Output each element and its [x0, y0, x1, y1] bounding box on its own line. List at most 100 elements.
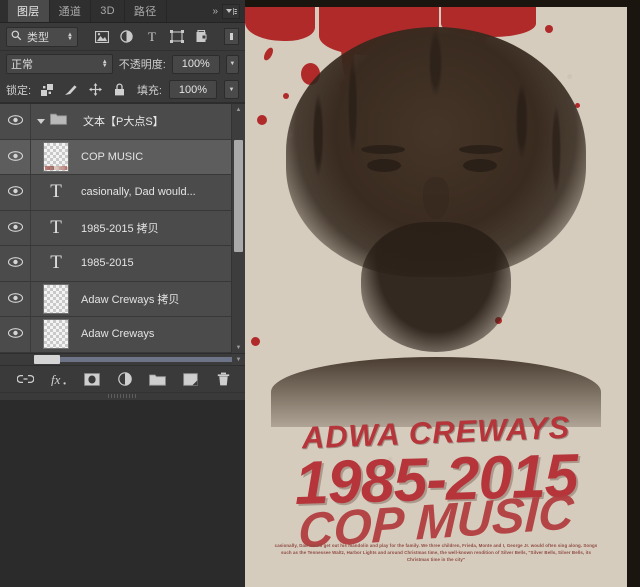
hscroll-thumb[interactable] [34, 355, 60, 364]
tab-paths-label: 路径 [134, 3, 157, 19]
filter-icon-group: T [94, 29, 209, 44]
new-group-icon[interactable] [149, 371, 166, 388]
layer-list-hscrollbar[interactable]: ▼ [0, 353, 245, 365]
layer-thumbnail[interactable] [31, 142, 81, 172]
smartobject-filter-icon[interactable] [194, 29, 209, 44]
layer-visibility-toggle[interactable] [0, 282, 31, 317]
blend-mode-select[interactable]: 正常 ▲▼ [6, 54, 113, 74]
portrait-brow-left [361, 145, 405, 154]
tab-layers[interactable]: 图层 [8, 0, 50, 22]
paint-splat [251, 337, 260, 346]
layer-name: Adaw Creways 拷贝 [81, 291, 193, 307]
tab-3d[interactable]: 3D [91, 0, 125, 22]
layer-row-1985-2015-copy[interactable]: T 1985-2015 拷贝 [0, 211, 245, 247]
portrait-illustration [263, 27, 608, 387]
layer-thumbnail[interactable]: T [31, 214, 81, 242]
scroll-up-icon[interactable]: ▲ [232, 104, 245, 115]
portrait-brow-right [459, 145, 503, 154]
new-layer-icon[interactable] [182, 371, 199, 388]
layer-visibility-toggle[interactable] [0, 140, 31, 175]
canvas-top-border [245, 0, 640, 7]
poster-body-copy: casionally, Dad would get out his mandol… [271, 542, 601, 563]
delete-layer-icon[interactable] [215, 371, 232, 388]
shape-filter-icon[interactable] [169, 29, 184, 44]
tab-paths[interactable]: 路径 [125, 0, 167, 22]
type-layer-icon: T [43, 178, 69, 206]
search-icon [11, 28, 22, 46]
layer-row-1985-2015[interactable]: T 1985-2015 [0, 246, 245, 282]
layer-name: COP MUSIC [81, 151, 157, 163]
canvas-right-border [627, 0, 640, 587]
svg-text:T: T [148, 30, 156, 43]
link-layers-icon[interactable] [17, 371, 34, 388]
layer-thumbnail[interactable] [31, 284, 81, 314]
fill-input[interactable]: 100% [169, 80, 217, 99]
fill-dropdown-icon[interactable]: ▼ [224, 80, 239, 99]
type-filter-icon[interactable]: T [144, 29, 159, 44]
type-layer-icon: T [43, 214, 69, 242]
panel-menu-icon[interactable] [222, 4, 240, 19]
eye-icon [8, 112, 23, 130]
transparent-thumbnail-icon [43, 284, 69, 314]
filter-kind-label: 类型 [27, 29, 49, 45]
group-disclosure[interactable] [31, 112, 83, 130]
type-layer-icon: T [43, 249, 69, 277]
scroll-down-icon[interactable]: ▼ [232, 342, 245, 353]
lock-image-pixels-icon[interactable] [64, 83, 78, 97]
eye-icon [8, 325, 23, 343]
layer-visibility-toggle[interactable] [0, 246, 31, 281]
eye-icon [8, 148, 23, 166]
layer-visibility-toggle[interactable] [0, 211, 31, 246]
layer-list-vscrollbar[interactable]: ▲ ▼ [231, 104, 245, 353]
portrait-eye-left [367, 159, 401, 172]
collapse-panel-icon[interactable]: » [212, 6, 217, 17]
layer-visibility-toggle[interactable] [0, 317, 31, 352]
opacity-input[interactable]: 100% [172, 55, 220, 74]
folder-icon [50, 112, 67, 130]
layer-row-casionally[interactable]: T casionally, Dad would... [0, 175, 245, 211]
add-layer-mask-icon[interactable] [83, 371, 100, 388]
layer-visibility-toggle[interactable] [0, 104, 31, 139]
layer-name: Adaw Creways [81, 328, 168, 340]
lock-icon-group [40, 83, 126, 97]
layer-row-adaw-creways-copy[interactable]: Adaw Creways 拷贝 [0, 282, 245, 318]
eye-icon [8, 254, 23, 272]
tab-channels-label: 通道 [59, 3, 82, 19]
lock-label: 锁定: [6, 82, 31, 98]
layers-panel: 图层 通道 3D 路径 » 类型 ▲▼ [0, 0, 245, 392]
eye-icon [8, 219, 23, 237]
tab-3d-label: 3D [100, 5, 115, 17]
filter-toggle-icon[interactable] [224, 28, 239, 45]
lock-all-icon[interactable] [112, 83, 126, 97]
layer-name: 1985-2015 [81, 257, 148, 269]
layer-row-cop-music[interactable]: COP MUSIC [0, 140, 245, 176]
filter-kind-select[interactable]: 类型 ▲▼ [6, 27, 78, 47]
blend-opacity-row: 正常 ▲▼ 不透明度: 100% ▼ [0, 51, 245, 77]
opacity-dropdown-icon[interactable]: ▼ [226, 55, 239, 74]
filter-kind-stepper[interactable]: ▲▼ [67, 33, 73, 41]
new-adjustment-layer-icon[interactable] [116, 371, 133, 388]
layer-thumbnail[interactable] [31, 319, 81, 349]
panel-tab-bar: 图层 通道 3D 路径 » [0, 0, 245, 23]
layer-style-fx-icon[interactable]: fx [50, 371, 67, 388]
document-canvas[interactable]: ADWA CREWAYS 1985-2015 COP MUSIC casiona… [245, 0, 640, 587]
transparent-thumbnail-icon [43, 142, 69, 172]
layer-visibility-toggle[interactable] [0, 175, 31, 210]
vscroll-thumb[interactable] [234, 140, 243, 252]
blend-mode-stepper[interactable]: ▲▼ [102, 60, 108, 68]
tab-layers-label: 图层 [17, 3, 40, 19]
pixel-filter-icon[interactable] [94, 29, 109, 44]
lock-position-icon[interactable] [88, 83, 102, 97]
layer-thumbnail[interactable]: T [31, 178, 81, 206]
layer-row-adaw-creways[interactable]: Adaw Creways [0, 317, 245, 353]
lock-fill-row: 锁定: 填充: 100% ▼ [0, 77, 245, 103]
panel-resize-grip[interactable] [0, 392, 245, 400]
blend-mode-value: 正常 [11, 56, 33, 72]
hscroll-track[interactable] [60, 357, 232, 362]
layer-thumbnail[interactable]: T [31, 249, 81, 277]
tab-channels[interactable]: 通道 [50, 0, 92, 22]
chevron-down-icon[interactable] [37, 119, 45, 124]
adjustment-filter-icon[interactable] [119, 29, 134, 44]
lock-transparent-pixels-icon[interactable] [40, 83, 54, 97]
layer-row-group[interactable]: 文本【P大点S】 [0, 104, 245, 140]
